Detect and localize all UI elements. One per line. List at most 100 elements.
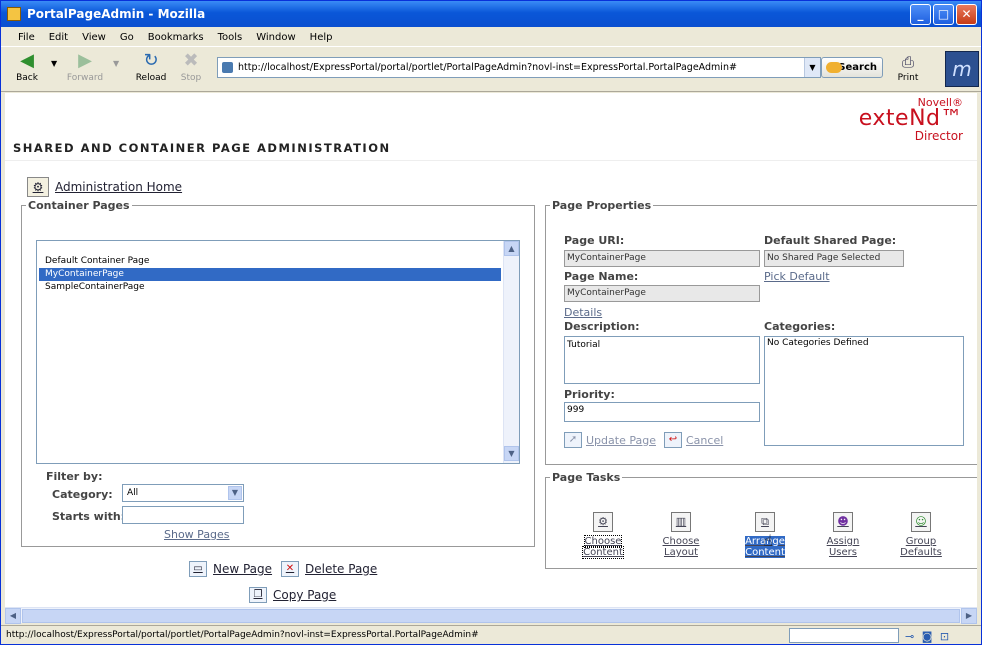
back-button[interactable]: ◀ Back: [5, 50, 49, 84]
choose-layout-icon: ▥: [671, 512, 691, 532]
scroll-up-icon[interactable]: ▲: [504, 241, 519, 256]
back-history-dropdown[interactable]: ▼: [51, 59, 57, 68]
back-label: Back: [16, 73, 38, 83]
update-page-button[interactable]: ➚ Update Page: [564, 432, 656, 448]
choose-content-icon: ⚙: [593, 512, 613, 532]
show-pages-link[interactable]: Show Pages: [164, 528, 230, 541]
chevron-down-icon[interactable]: ▼: [228, 486, 242, 500]
page-name-label: Page Name:: [564, 270, 639, 283]
address-dropdown-icon[interactable]: ▼: [804, 58, 820, 77]
scroll-down-icon[interactable]: ▼: [504, 446, 519, 461]
forward-arrow-icon: ▶: [78, 50, 92, 71]
page-properties-legend: Page Properties: [552, 199, 652, 212]
delete-page-link[interactable]: ✕ Delete Page: [281, 561, 377, 577]
page-tasks-panel: Page Tasks ⚙ Choose Content ▥ Choose Layou…: [545, 471, 977, 569]
page-uri-field: MyContainerPage: [564, 250, 760, 267]
reload-button[interactable]: ↻ Reload: [129, 50, 173, 84]
container-pages-legend: Container Pages: [28, 199, 130, 212]
printer-icon: ⎙: [901, 53, 914, 71]
description-label: Description:: [564, 320, 640, 333]
search-icon: [826, 62, 842, 73]
title-bar: PortalPageAdmin - Mozilla _ □ ✕: [1, 1, 981, 27]
group-defaults-icon: ☺: [911, 512, 931, 532]
cancel-button[interactable]: ↩ Cancel: [664, 432, 723, 448]
scroll-right-icon[interactable]: ▶: [961, 608, 977, 624]
category-label: Category:: [52, 488, 113, 501]
new-page-link[interactable]: ▭ New Page: [189, 561, 272, 577]
pick-default-link[interactable]: Pick Default: [764, 270, 830, 283]
menu-window[interactable]: Window: [249, 32, 302, 43]
assign-users-task[interactable]: ☻ Assign Users: [820, 512, 866, 558]
copy-page-label: Copy Page: [273, 588, 337, 602]
administration-home-link[interactable]: ⚙ Administration Home: [27, 177, 182, 197]
priority-label: Priority:: [564, 388, 615, 401]
menu-edit[interactable]: Edit: [42, 32, 75, 43]
page-title: SHARED AND CONTAINER PAGE ADMINISTRATION: [13, 141, 391, 155]
close-button[interactable]: ✕: [956, 4, 977, 25]
new-page-label: New Page: [213, 562, 273, 576]
group-defaults-task[interactable]: ☺ Group Defaults: [898, 512, 944, 558]
default-shared-page-label: Default Shared Page:: [764, 234, 897, 247]
copy-page-link[interactable]: ❐ Copy Page: [249, 587, 336, 603]
menu-view[interactable]: View: [75, 32, 113, 43]
cancel-label: Cancel: [686, 433, 724, 447]
cancel-icon: ↩: [664, 432, 682, 448]
page-content: SHARED AND CONTAINER PAGE ADMINISTRATION…: [5, 93, 977, 607]
categories-label: Categories:: [764, 320, 836, 333]
assign-users-icon: ☻: [833, 512, 853, 532]
scrollbar-thumb[interactable]: [22, 609, 960, 623]
search-button[interactable]: Search: [821, 57, 883, 78]
default-shared-page-field: No Shared Page Selected: [764, 250, 904, 267]
menu-help[interactable]: Help: [303, 32, 340, 43]
filter-by-label: Filter by:: [46, 470, 103, 483]
window-title: PortalPageAdmin - Mozilla: [27, 7, 206, 21]
category-select[interactable]: All ▼: [122, 484, 244, 502]
stop-icon: ✖: [183, 50, 199, 71]
browser-window: PortalPageAdmin - Mozilla _ □ ✕ File Edi…: [0, 0, 982, 645]
menu-file[interactable]: File: [11, 32, 42, 43]
forward-history-dropdown[interactable]: ▼: [113, 59, 119, 68]
container-pages-list[interactable]: Default Container Page MyContainerPage S…: [36, 240, 520, 464]
throbber-logo: m: [945, 51, 979, 87]
print-button[interactable]: ⎙ Print: [891, 51, 925, 83]
details-link[interactable]: Details: [564, 306, 602, 319]
choose-content-task[interactable]: ⚙ Choose Content: [580, 512, 626, 559]
starts-with-input[interactable]: [122, 506, 244, 524]
categories-list[interactable]: No Categories Defined: [764, 336, 964, 446]
page-uri-label: Page URI:: [564, 234, 625, 247]
banner: SHARED AND CONTAINER PAGE ADMINISTRATION…: [5, 93, 977, 161]
scroll-left-icon[interactable]: ◀: [5, 608, 21, 624]
page-name-field: MyContainerPage: [564, 285, 760, 302]
priority-input[interactable]: 999: [564, 402, 760, 422]
copy-page-icon: ❐: [249, 587, 267, 603]
address-text: http://localhost/ExpressPortal/portal/po…: [238, 62, 737, 73]
list-item[interactable]: Default Container Page: [39, 255, 501, 268]
mozilla-app-icon: [7, 7, 21, 21]
description-textarea[interactable]: Tutorial: [564, 336, 760, 384]
page-properties-panel: Page Properties Page URI: MyContainerPag…: [545, 199, 977, 465]
starts-with-label: Starts with:: [52, 510, 126, 523]
list-item[interactable]: MyContainerPage: [39, 268, 501, 281]
admin-tools-icon: ⚙: [27, 177, 49, 197]
list-item[interactable]: SampleContainerPage: [39, 281, 501, 294]
update-arrow-icon: ➚: [564, 432, 582, 448]
menu-go[interactable]: Go: [113, 32, 141, 43]
list-vertical-scrollbar[interactable]: ▲ ▼: [503, 241, 519, 463]
stop-button[interactable]: ✖ Stop: [169, 50, 213, 84]
address-bar[interactable]: http://localhost/ExpressPortal/portal/po…: [217, 57, 821, 78]
minimize-button[interactable]: _: [910, 4, 931, 25]
forward-button[interactable]: ▶ Forward: [63, 50, 107, 84]
horizontal-scrollbar[interactable]: ◀ ▶: [5, 607, 977, 624]
choose-layout-task[interactable]: ▥ Choose Layout: [658, 512, 704, 558]
forward-label: Forward: [66, 73, 104, 83]
maximize-button[interactable]: □: [933, 4, 954, 25]
site-icon: [222, 62, 233, 73]
administration-home-label: Administration Home: [55, 180, 183, 194]
stop-label: Stop: [180, 73, 202, 83]
category-value: All: [127, 488, 139, 498]
back-arrow-icon: ◀: [20, 50, 34, 71]
reload-icon: ↻: [143, 50, 159, 71]
menu-bookmarks[interactable]: Bookmarks: [141, 32, 211, 43]
menu-tools[interactable]: Tools: [211, 32, 250, 43]
progress-field: [789, 628, 899, 643]
